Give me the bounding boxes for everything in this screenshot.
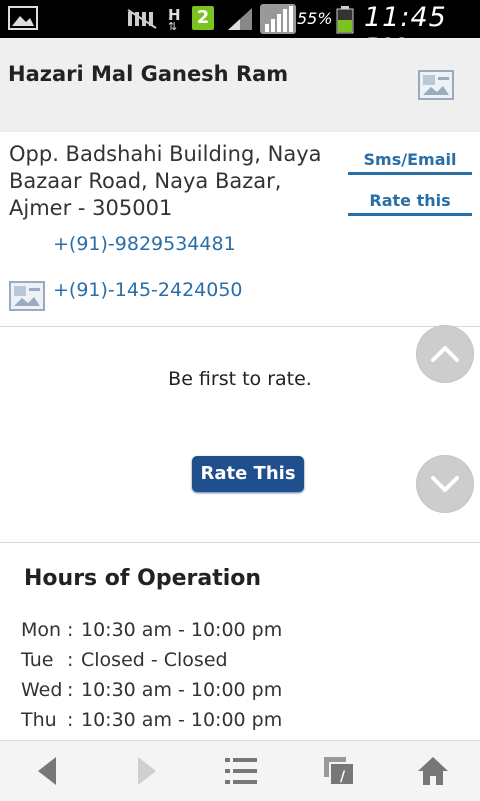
picture-icon[interactable] — [418, 70, 454, 100]
hours-row: Wed:10:30 am - 10:00 pm — [21, 679, 282, 701]
battery-percent: 55% — [297, 9, 333, 28]
rate-this-underline — [348, 213, 472, 216]
rating-prompt: Be first to rate. — [168, 368, 312, 390]
day-label: Tue — [21, 649, 54, 671]
phone-mobile-link[interactable]: +(91)-9829534481 — [53, 233, 236, 255]
hours-title: Hours of Operation — [24, 566, 262, 591]
menu-list-button[interactable] — [210, 741, 270, 801]
back-button[interactable] — [18, 741, 78, 801]
hours-time: 10:30 am - 10:00 pm — [81, 709, 283, 731]
svg-text:/: / — [340, 769, 346, 785]
status-bar: H ⇅ 2 55% 11:45 PM — [0, 0, 480, 64]
forward-button[interactable] — [116, 741, 176, 801]
scroll-up-button[interactable] — [416, 325, 474, 383]
home-icon — [418, 757, 448, 785]
signal-strength-2-icon — [260, 4, 296, 34]
day-label: Wed — [21, 679, 63, 701]
tabs-icon: / — [324, 757, 355, 786]
hours-row: Thu:10:30 am - 10:00 pm — [21, 709, 282, 731]
signal-strength-icon — [228, 8, 252, 30]
hours-time: Closed - Closed — [81, 649, 228, 671]
rate-this-link[interactable]: Rate this — [348, 191, 472, 210]
separator: : — [67, 649, 74, 671]
day-label: Mon — [21, 619, 62, 641]
hours-row: Mon:10:30 am - 10:00 pm — [21, 619, 282, 641]
hours-time: 10:30 am - 10:00 pm — [81, 679, 283, 701]
picture-icon — [9, 281, 45, 311]
address-line: Ajmer - 305001 — [9, 196, 173, 220]
forward-icon — [138, 757, 156, 785]
separator: : — [67, 619, 74, 641]
sms-email-button[interactable]: Sms/Email — [348, 150, 472, 169]
chevron-up-icon — [431, 346, 459, 362]
scroll-down-button[interactable] — [416, 455, 474, 513]
hours-time: 10:30 am - 10:00 pm — [81, 619, 283, 641]
notification-count-badge: 2 — [192, 6, 214, 30]
divider — [0, 326, 480, 327]
home-button[interactable] — [402, 741, 462, 801]
battery-icon — [336, 6, 354, 34]
address-line: Bazaar Road, Naya Bazar, — [9, 169, 282, 193]
separator: : — [67, 709, 74, 731]
address: Opp. Badshahi Building, Naya Bazaar Road… — [9, 141, 329, 222]
day-label: Thu — [21, 709, 57, 731]
address-line: Opp. Badshahi Building, Naya — [9, 142, 322, 166]
phone-landline-link[interactable]: +(91)-145-2424050 — [53, 279, 243, 301]
chevron-down-icon — [431, 476, 459, 492]
divider — [0, 542, 480, 543]
rate-this-button[interactable]: Rate This — [192, 456, 304, 492]
sms-email-underline — [348, 172, 472, 175]
signal-blocked-icon — [127, 9, 157, 29]
gallery-notification-icon — [8, 6, 38, 30]
back-icon — [38, 757, 56, 785]
separator: : — [67, 679, 74, 701]
bottom-navigation: / — [0, 740, 480, 801]
network-arrows-icon: ⇅ — [168, 20, 178, 33]
hours-row: Tue: Closed - Closed — [21, 649, 228, 671]
menu-list-icon — [225, 758, 257, 784]
page-title: Hazari Mal Ganesh Ram — [8, 62, 289, 86]
header: Hazari Mal Ganesh Ram — [0, 38, 480, 132]
tabs-button[interactable]: / — [308, 741, 368, 801]
